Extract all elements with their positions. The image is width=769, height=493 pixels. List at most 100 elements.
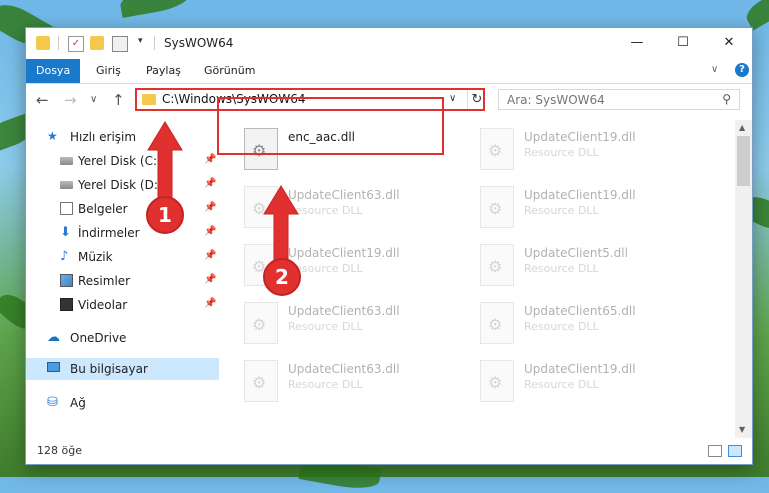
search-box[interactable]: ⚲ (498, 89, 740, 110)
file-name: UpdateClient63.dll (288, 188, 400, 202)
file-description: Resource DLL (524, 262, 599, 275)
title-divider (154, 36, 155, 50)
scroll-up-icon[interactable]: ▲ (739, 123, 745, 132)
sidebar-item-label: Hızlı erişim (70, 130, 137, 144)
sidebar-item-documents[interactable]: Belgeler 📌 (26, 198, 219, 220)
item-count: 128 öğe (37, 444, 82, 457)
sidebar-item-quick-access[interactable]: ★ Hızlı erişim (26, 126, 219, 148)
dll-file-icon (480, 186, 514, 228)
maximize-button[interactable]: ☐ (660, 28, 706, 58)
file-item[interactable]: UpdateClient63.dll Resource DLL (236, 298, 466, 354)
file-name: UpdateClient5.dll (524, 246, 628, 260)
chevron-down-icon[interactable]: ▾ (138, 36, 152, 50)
pin-icon[interactable]: 📌 (204, 274, 216, 285)
file-description: Resource DLL (524, 146, 599, 159)
details-view-icon[interactable] (708, 445, 722, 457)
sidebar-item-downloads[interactable]: ⬇ İndirmeler 📌 (26, 222, 219, 244)
file-item[interactable]: UpdateClient63.dll Resource DLL (236, 356, 466, 412)
documents-icon (60, 202, 73, 215)
sidebar-item-music[interactable]: ♪ Müzik 📌 (26, 246, 219, 268)
file-description: Resource DLL (524, 320, 599, 333)
sidebar-item-label: Belgeler (78, 202, 128, 216)
sidebar-item-onedrive[interactable]: ☁ OneDrive (26, 327, 219, 349)
up-button[interactable]: ↑ (112, 91, 125, 109)
minimize-button[interactable]: — (614, 28, 660, 58)
file-highlight-box (217, 97, 444, 155)
file-name: UpdateClient63.dll (288, 304, 400, 318)
pin-icon[interactable]: 📌 (204, 202, 216, 213)
tab-file[interactable]: Dosya (26, 59, 81, 83)
file-item[interactable]: UpdateClient19.dll Resource DLL (472, 356, 702, 412)
dll-file-icon (244, 302, 278, 344)
search-icon: ⚲ (722, 92, 731, 106)
scroll-thumb[interactable] (737, 136, 750, 186)
recent-locations-button[interactable]: ∨ (90, 94, 97, 105)
sidebar-item-label: Bu bilgisayar (70, 362, 148, 376)
file-item[interactable]: UpdateClient65.dll Resource DLL (472, 298, 702, 354)
pictures-icon (60, 274, 73, 287)
dll-file-icon (244, 186, 278, 228)
tab-share[interactable]: Paylaş (136, 59, 191, 83)
dll-file-icon (244, 360, 278, 402)
refresh-icon[interactable]: ↻ (467, 90, 486, 109)
window-title: SysWOW64 (164, 36, 234, 50)
pin-icon[interactable]: 📌 (204, 226, 216, 237)
pin-icon[interactable]: 📌 (204, 178, 216, 189)
ribbon-collapse-icon[interactable]: ∨ (711, 64, 718, 75)
computer-icon (47, 362, 60, 372)
chevron-down-icon[interactable]: ∨ (449, 93, 456, 104)
music-icon: ♪ (60, 249, 69, 264)
close-button[interactable]: ✕ (706, 28, 752, 58)
search-input[interactable] (505, 92, 709, 108)
file-item[interactable]: UpdateClient19.dll Resource DLL (472, 124, 702, 180)
customize-toolbar-icon[interactable] (112, 36, 128, 52)
sidebar-item-network[interactable]: ⛁ Ağ (26, 392, 219, 414)
help-icon[interactable]: ? (735, 63, 749, 77)
sidebar-item-pictures[interactable]: Resimler 📌 (26, 270, 219, 292)
dll-file-icon (480, 302, 514, 344)
file-item[interactable]: UpdateClient63.dll Resource DLL (236, 182, 466, 238)
file-name: UpdateClient19.dll (524, 188, 636, 202)
file-name: UpdateClient19.dll (288, 246, 400, 260)
vertical-scrollbar[interactable]: ▲ ▼ (735, 120, 752, 438)
videos-icon (60, 298, 73, 311)
file-item[interactable]: UpdateClient19.dll Resource DLL (472, 182, 702, 238)
file-description: Resource DLL (524, 204, 599, 217)
sidebar-item-label: İndirmeler (78, 226, 140, 240)
disk-icon (60, 181, 73, 189)
sidebar-item-local-disk-d[interactable]: Yerel Disk (D:) 📌 (26, 174, 219, 196)
tab-view[interactable]: Görünüm (194, 59, 265, 83)
forward-button[interactable]: → (64, 91, 77, 109)
pin-icon[interactable]: 📌 (204, 298, 216, 309)
network-icon: ⛁ (47, 395, 58, 410)
background-leaf (742, 0, 769, 31)
file-description: Resource DLL (288, 204, 363, 217)
sidebar-item-label: Yerel Disk (D:) (78, 178, 163, 192)
file-name: UpdateClient65.dll (524, 304, 636, 318)
folder-icon (142, 94, 156, 105)
back-button[interactable]: ← (36, 91, 49, 109)
file-item[interactable]: UpdateClient5.dll Resource DLL (472, 240, 702, 296)
background-leaf (118, 0, 192, 18)
title-bar: ✓ ▾ SysWOW64 — ☐ ✕ (26, 28, 752, 59)
dll-file-icon (480, 128, 514, 170)
tab-home[interactable]: Giriş (86, 59, 131, 83)
pin-icon[interactable]: 📌 (204, 250, 216, 261)
sidebar-item-label: OneDrive (70, 331, 127, 345)
properties-quick-access-icon[interactable]: ✓ (68, 36, 84, 52)
star-icon: ★ (47, 129, 58, 143)
sidebar-item-this-pc[interactable]: Bu bilgisayar (26, 358, 219, 380)
title-divider (58, 36, 59, 50)
file-description: Resource DLL (524, 378, 599, 391)
scroll-down-icon[interactable]: ▼ (739, 425, 745, 434)
cloud-icon: ☁ (47, 330, 60, 345)
folder-icon (36, 36, 50, 50)
sidebar-item-label: Müzik (78, 250, 113, 264)
sidebar-item-local-disk-c[interactable]: Yerel Disk (C:) 📌 (26, 150, 219, 172)
file-name: UpdateClient19.dll (524, 130, 636, 144)
sidebar-item-videos[interactable]: Videolar 📌 (26, 294, 219, 316)
pin-icon[interactable]: 📌 (204, 154, 216, 165)
new-folder-quick-access-icon[interactable] (90, 36, 104, 50)
file-description: Resource DLL (288, 320, 363, 333)
large-icons-view-icon[interactable] (728, 445, 742, 457)
